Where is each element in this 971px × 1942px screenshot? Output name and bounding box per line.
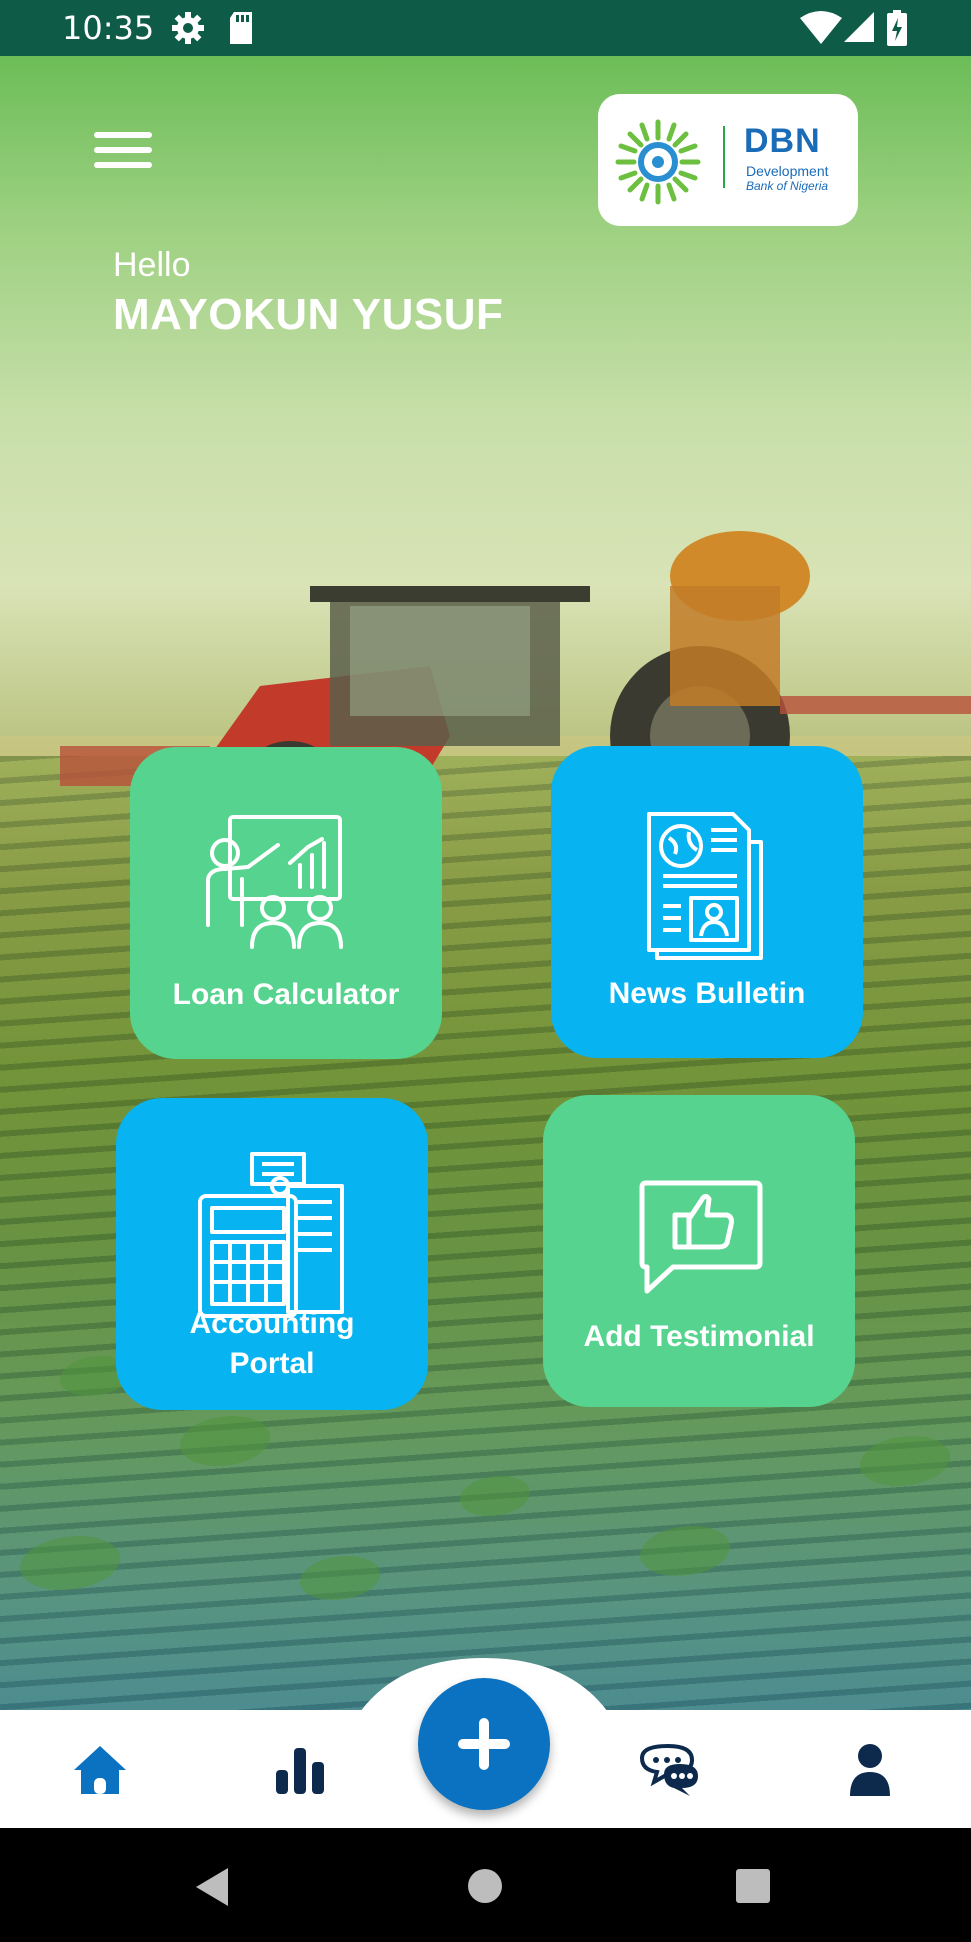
status-time: 10:35 bbox=[62, 9, 155, 47]
logo-name-line1: Development bbox=[746, 163, 829, 179]
add-icon bbox=[458, 1718, 510, 1770]
stats-bar-icon[interactable] bbox=[270, 1740, 330, 1800]
recents-icon[interactable] bbox=[735, 1868, 771, 1904]
user-name: MAYOKUN YUSUF bbox=[113, 290, 504, 339]
accounting-portal-label-line1: Accounting bbox=[189, 1307, 355, 1340]
news-bulletin-label: News Bulletin bbox=[608, 977, 806, 1010]
logo-abbr: DBN bbox=[744, 122, 821, 160]
system-navigation-bar bbox=[0, 1828, 971, 1942]
loan-calculator-tile[interactable]: Loan Calculator bbox=[130, 747, 442, 1059]
accounting-portal-tile[interactable]: Accounting Portal bbox=[116, 1098, 428, 1410]
app-screen: 10:35 DBN Development Bank of Nigeria He… bbox=[0, 0, 971, 1942]
thumbs-up-message-icon bbox=[639, 1180, 763, 1294]
accounting-portal-label-line2: Portal bbox=[229, 1347, 315, 1380]
add-testimonial-label: Add Testimonial bbox=[583, 1320, 815, 1353]
dbn-logo: DBN Development Bank of Nigeria bbox=[598, 94, 858, 226]
settings-icon bbox=[172, 12, 204, 44]
greeting-text: Hello bbox=[113, 246, 191, 284]
menu-button[interactable] bbox=[92, 128, 156, 172]
logo-name-line2: Bank of Nigeria bbox=[746, 179, 829, 193]
home-circle-icon[interactable] bbox=[465, 1866, 505, 1906]
add-testimonial-tile[interactable]: Add Testimonial bbox=[543, 1095, 855, 1407]
cell-signal-icon bbox=[844, 12, 874, 42]
home-icon[interactable] bbox=[70, 1740, 130, 1800]
sd-card-icon bbox=[230, 12, 252, 44]
battery-charging-icon bbox=[887, 10, 907, 46]
chat-icon[interactable] bbox=[638, 1740, 702, 1800]
dbn-sun-logo-icon bbox=[615, 119, 701, 205]
loan-calculator-label: Loan Calculator bbox=[172, 978, 400, 1011]
status-bar: 10:35 bbox=[0, 0, 971, 56]
news-bulletin-tile[interactable]: News Bulletin bbox=[551, 746, 863, 1058]
wifi-icon bbox=[800, 11, 842, 44]
back-icon[interactable] bbox=[192, 1866, 232, 1908]
add-button[interactable] bbox=[418, 1678, 550, 1810]
profile-icon[interactable] bbox=[840, 1740, 900, 1800]
